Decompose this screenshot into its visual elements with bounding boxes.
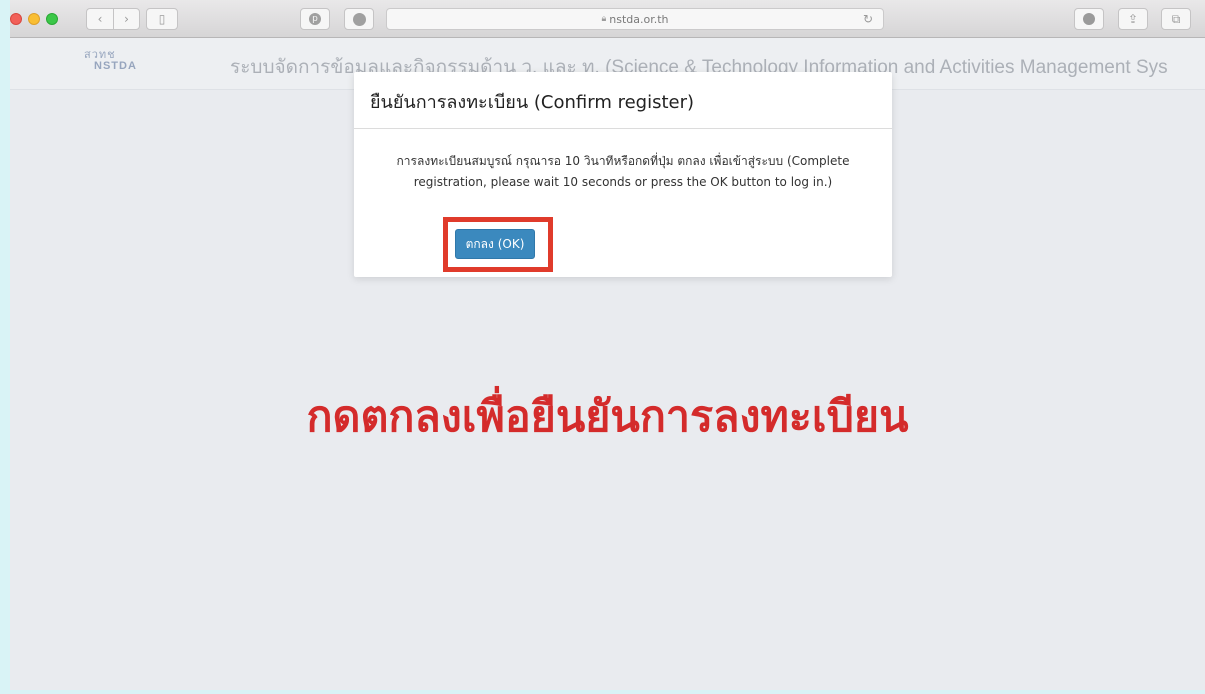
- web-page: สวทช NSTDA ระบบจัดการข้อมูลและกิจกรรมด้า…: [10, 38, 1205, 690]
- close-window-button[interactable]: [10, 13, 22, 25]
- sidebar-button[interactable]: ▯: [146, 8, 178, 30]
- dialog-title: ยืนยันการลงทะเบียน (Confirm register): [370, 92, 695, 113]
- forward-button[interactable]: ›: [113, 8, 140, 30]
- download-icon: [1083, 13, 1095, 25]
- share-button[interactable]: ⇪: [1118, 8, 1148, 30]
- reload-icon[interactable]: ↻: [863, 12, 873, 26]
- history-nav: ‹ ›: [86, 8, 140, 30]
- downloads-button[interactable]: [1074, 8, 1104, 30]
- maximize-window-button[interactable]: [46, 13, 58, 25]
- share-icon: ⇪: [1127, 12, 1139, 26]
- url-text: nstda.or.th: [609, 12, 669, 26]
- tabs-icon: ⧉: [1171, 11, 1181, 26]
- minimize-window-button[interactable]: [28, 13, 40, 25]
- adblock-extension-button[interactable]: [344, 8, 374, 30]
- tabs-overview-button[interactable]: ⧉: [1161, 8, 1191, 30]
- dialog-body: การลงทะเบียนสมบูรณ์ กรุณารอ 10 วินาทีหรื…: [354, 129, 892, 193]
- browser-toolbar: ‹ › ▯ p 🔒︎ nstda.or.th ↻ ⇪ ⧉: [10, 0, 1205, 38]
- browser-window: ‹ › ▯ p 🔒︎ nstda.or.th ↻ ⇪ ⧉ สวทช NSTDA …: [10, 0, 1205, 690]
- pinterest-icon: p: [309, 13, 321, 25]
- adblock-icon: [352, 12, 366, 26]
- back-button[interactable]: ‹: [86, 8, 113, 30]
- dialog-message-line2: registration, please wait 10 seconds or …: [413, 175, 833, 189]
- dialog-message-line1: การลงทะเบียนสมบูรณ์ กรุณารอ 10 วินาทีหรื…: [396, 154, 850, 168]
- pinterest-extension-button[interactable]: p: [300, 8, 330, 30]
- instruction-caption: กดตกลงเพื่อยืนยันการลงทะเบียน: [306, 392, 909, 442]
- address-bar[interactable]: 🔒︎ nstda.or.th ↻: [386, 8, 884, 30]
- chevron-right-icon: ›: [124, 12, 129, 26]
- confirm-register-dialog: ยืนยันการลงทะเบียน (Confirm register) กา…: [354, 72, 892, 277]
- lock-icon: 🔒︎: [601, 14, 607, 24]
- chevron-left-icon: ‹: [97, 12, 103, 26]
- sidebar-icon: ▯: [158, 12, 166, 26]
- dialog-header: ยืนยันการลงทะเบียน (Confirm register): [354, 72, 892, 129]
- ok-button[interactable]: ตกลง (OK): [455, 229, 535, 259]
